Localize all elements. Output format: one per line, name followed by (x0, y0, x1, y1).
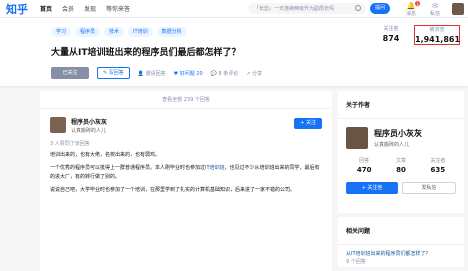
search-placeholder: 「长剪」一天连续两级升为副局长吗 (254, 6, 335, 12)
author-bio: 认真搬砖的人儿 (71, 127, 107, 134)
author-avatar[interactable] (50, 117, 66, 133)
private-messages-label: 私信 (429, 11, 440, 17)
share-label: 分享 (252, 70, 263, 77)
good-question-button[interactable]: ♥ 好问题 20 (174, 70, 203, 77)
articles-count: 80 (396, 166, 406, 174)
answer-paragraph: 培训出来的，也有大佬，名校出来的，也有弱鸡。 (50, 152, 161, 158)
author-name[interactable]: 程序员小灰灰 (71, 117, 107, 126)
related-questions-card: 相关问题 从IT培训班出来的程序员们都怎样了？ 9 个回答 (338, 217, 464, 267)
comment-icon: 💬 (210, 70, 219, 77)
messages-button[interactable]: 🔔 消息 1 (400, 1, 422, 17)
comments-button[interactable]: 💬 8 条评论 (211, 70, 239, 77)
articles-stat[interactable]: 文章 80 (383, 157, 419, 174)
share-button[interactable]: ↗ 分享 (246, 70, 262, 77)
follow-author-button[interactable]: + 关注 (294, 118, 322, 129)
send-message-button[interactable]: 发私信 (402, 182, 456, 194)
views-label: 被浏览 (429, 27, 445, 33)
question-actions: 已关注 ✎ 写回答 👤 邀请回答 ♥ 好问题 20 💬 8 条评论 ↗ 分享 (51, 67, 262, 79)
views-stat: 被浏览 1,941,861 (414, 25, 460, 45)
followers-stat: 关注者 874 (368, 25, 414, 45)
nav-member[interactable]: 会员 (62, 4, 74, 13)
author-info: 程序员小灰灰 认真搬砖的人儿 (71, 117, 107, 134)
follow-him-button[interactable]: + 关注他 (346, 182, 398, 194)
about-author-card: 关于作者 程序员小灰灰 认真搬砖的人儿 回答 470 文章 80 关注者 635… (338, 91, 464, 213)
question-header: 学习 程序员 技术 IT培训 数据分析 大量从IT培训班出来的程序员们最后都怎样… (0, 18, 468, 86)
sidebar-author-row: 程序员小灰灰 认真搬砖的人儿 (338, 119, 464, 149)
author-followers-label: 关注者 (430, 158, 446, 164)
answer-paragraph: 说说自己吧，大学毕业时也参加了一个培训，在那里学到了扎实的计算机基础知识，后来进… (50, 187, 296, 193)
articles-label: 文章 (395, 158, 406, 164)
top-navigation-bar: 知乎 首页 会员 发现 等你来答 「长剪」一天连续两级升为副局长吗 提问 🔔 消… (0, 0, 468, 18)
answers-panel: 查看全部 239 个回答 程序员小灰灰 认真搬砖的人儿 + 关注 3 人赞同了该… (40, 91, 332, 271)
author-followers-count: 635 (430, 166, 446, 174)
nav-home[interactable]: 首页 (40, 4, 52, 13)
plus-user-icon: 👤 (137, 70, 146, 77)
write-answer-button[interactable]: ✎ 写回答 (97, 67, 130, 79)
nav-waiting-answer[interactable]: 等你来答 (106, 4, 130, 13)
answer-author: 程序员小灰灰 认真搬砖的人儿 + 关注 (50, 115, 322, 135)
followers-label: 关注者 (383, 26, 399, 32)
question-stats: 关注者 874 被浏览 1,941,861 (368, 25, 460, 45)
topic-tag[interactable]: IT培训 (128, 27, 153, 37)
comments-label: 8 条评论 (218, 70, 239, 77)
sidebar-author-info: 程序员小灰灰 认真搬砖的人儿 (374, 128, 422, 148)
answer-paragraph: 一个优秀的程序员可以抵得上一群普通程序员。本人刚毕业时也参加过IT培训班，也见过… (50, 164, 322, 182)
invite-answer-label: 邀请回答 (145, 70, 166, 77)
ask-question-button[interactable]: 提问 (370, 3, 390, 14)
main-nav: 首页 会员 发现 等你来答 (40, 4, 130, 13)
sidebar-author-name[interactable]: 程序员小灰灰 (374, 128, 422, 139)
write-answer-label: 写回答 (108, 70, 124, 76)
approve-count: 3 人赞同了该回答 (50, 141, 90, 147)
question-title: 大量从IT培训班出来的程序员们最后都怎样了？ (51, 48, 241, 58)
followed-button[interactable]: 已关注 (51, 67, 89, 79)
followers-count: 874 (382, 34, 400, 43)
user-avatar[interactable] (452, 3, 464, 15)
question-tags: 学习 程序员 技术 IT培训 数据分析 (51, 27, 187, 37)
answers-count: 470 (356, 166, 372, 174)
nav-discover[interactable]: 发现 (84, 4, 96, 13)
answers-label: 回答 (359, 158, 370, 164)
topic-tag[interactable]: 学习 (51, 27, 72, 37)
it-training-link[interactable]: IT培训班 (205, 165, 225, 171)
answer-text: 一个优秀的程序员可以抵得上一群普通程序员。本人刚毕业时也参加过 (50, 165, 206, 171)
messages-label: 消息 (405, 11, 416, 17)
author-followers-stat[interactable]: 关注者 635 (420, 157, 456, 174)
zhihu-logo[interactable]: 知乎 (6, 1, 36, 17)
related-questions-title: 相关问题 (338, 217, 464, 245)
sidebar-author-stats: 回答 470 文章 80 关注者 635 (338, 149, 464, 174)
search-input[interactable]: 「长剪」一天连续两级升为副局长吗 (248, 3, 366, 14)
sidebar-author-actions: + 关注他 发私信 (338, 174, 464, 194)
topic-tag[interactable]: 技术 (104, 27, 125, 37)
view-all-answers-link[interactable]: 查看全部 239 个回答 (40, 91, 332, 109)
answer-item: 程序员小灰灰 认真搬砖的人儿 + 关注 3 人赞同了该回答 培训出来的，也有大佬… (40, 109, 332, 201)
answers-stat[interactable]: 回答 470 (346, 157, 382, 174)
private-messages-button[interactable]: ✉ 私信 (424, 2, 446, 17)
about-author-title: 关于作者 (338, 91, 464, 119)
sidebar-author-avatar[interactable] (346, 127, 368, 149)
views-count: 1,941,861 (415, 35, 461, 44)
search-icon[interactable] (355, 5, 361, 11)
related-question-link[interactable]: 从IT培训班出来的程序员们都怎样了？ (338, 245, 464, 258)
chat-icon: ✉ (432, 2, 438, 10)
good-question-label: 好问题 20 (179, 70, 203, 77)
sidebar-author-bio: 认真搬砖的人儿 (374, 142, 410, 148)
invite-answer-button[interactable]: 👤 邀请回答 (138, 70, 166, 77)
topic-tag[interactable]: 数据分析 (156, 27, 187, 37)
topic-tag[interactable]: 程序员 (75, 27, 101, 37)
